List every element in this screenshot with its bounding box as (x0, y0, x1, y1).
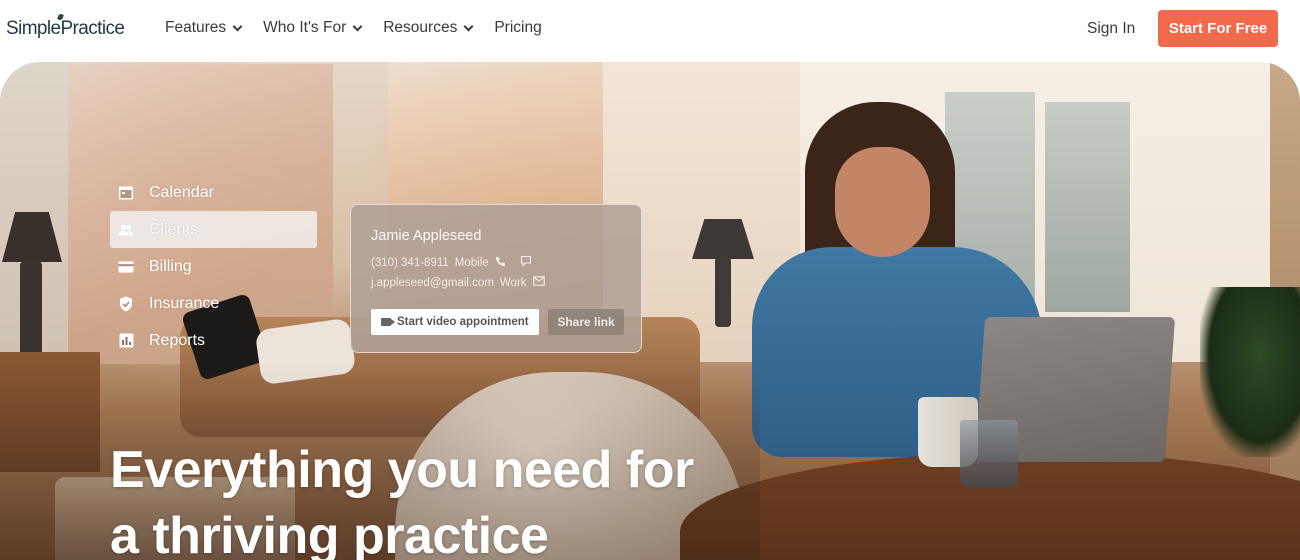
nav-pricing[interactable]: Pricing (494, 19, 541, 37)
chevron-down-icon (352, 21, 363, 31)
client-email: j.appleseed@gmail.com (371, 276, 494, 289)
chevron-down-icon (463, 21, 474, 31)
calendar-icon (118, 185, 134, 201)
chevron-down-icon (232, 21, 243, 31)
nav-who-its-for[interactable]: Who It's For (263, 19, 363, 37)
credit-card-icon (118, 259, 134, 275)
logo[interactable]: SimplePractice (6, 13, 125, 40)
site-header: SimplePractice Features Who It's For Res… (0, 0, 1300, 60)
headline-line: a thriving practice (110, 507, 549, 560)
client-email-row: j.appleseed@gmail.com Work (371, 276, 551, 289)
mail-icon[interactable] (532, 276, 545, 289)
menu-label: Calendar (149, 183, 214, 201)
menu-item-clients[interactable]: Clients (110, 211, 317, 248)
window-pane (1045, 102, 1130, 312)
menu-label: Clients (149, 220, 198, 238)
client-email-type: Work (499, 276, 527, 289)
button-label: Start video appointment (397, 316, 529, 328)
client-phone-type: Mobile (454, 256, 489, 269)
menu-label: Reports (149, 331, 206, 349)
lamp (20, 260, 42, 360)
nav-label: Who It's For (263, 19, 347, 36)
hero-headline: Everything you need for a thriving pract… (110, 437, 694, 560)
client-card: Jamie Appleseed (310) 341-8911 Mobile j.… (350, 204, 642, 353)
menu-item-insurance[interactable]: Insurance (110, 285, 317, 322)
logo-text: SimplePractice (6, 18, 125, 39)
clients-icon (118, 222, 134, 238)
nav-label: Features (165, 19, 227, 36)
person (835, 147, 930, 257)
main-nav: Features Who It's For Resources Pricing (165, 19, 564, 37)
nav-label: Pricing (494, 19, 542, 36)
menu-item-reports[interactable]: Reports (110, 322, 317, 359)
nav-features[interactable]: Features (165, 19, 243, 37)
headline-line: Everything you need for (110, 441, 694, 499)
nav-label: Resources (383, 19, 458, 36)
menu-item-calendar[interactable]: Calendar (110, 174, 317, 211)
bar-chart-icon (118, 333, 134, 349)
menu-label: Billing (149, 257, 192, 275)
phone-icon[interactable] (495, 256, 506, 270)
menu-item-billing[interactable]: Billing (110, 248, 317, 285)
shield-check-icon (118, 296, 134, 312)
start-for-free-button[interactable]: Start For Free (1158, 10, 1278, 47)
plant (1200, 287, 1300, 457)
sign-in-link[interactable]: Sign In (1087, 20, 1135, 38)
video-camera-icon (381, 318, 395, 326)
product-menu: Calendar Clients Billing Insurance Repor… (110, 174, 317, 359)
share-link-button[interactable]: Share link (548, 309, 624, 335)
menu-label: Insurance (149, 294, 220, 312)
client-phone-row: (310) 341-8911 Mobile (371, 255, 538, 270)
hero-section: Calendar Clients Billing Insurance Repor… (0, 62, 1300, 560)
start-video-appointment-button[interactable]: Start video appointment (371, 309, 539, 335)
lamp (715, 257, 731, 327)
glass (960, 420, 1018, 488)
client-phone: (310) 341-8911 (371, 256, 449, 269)
nav-resources[interactable]: Resources (383, 19, 474, 37)
client-name: Jamie Appleseed (371, 228, 482, 244)
message-icon[interactable] (520, 255, 532, 270)
